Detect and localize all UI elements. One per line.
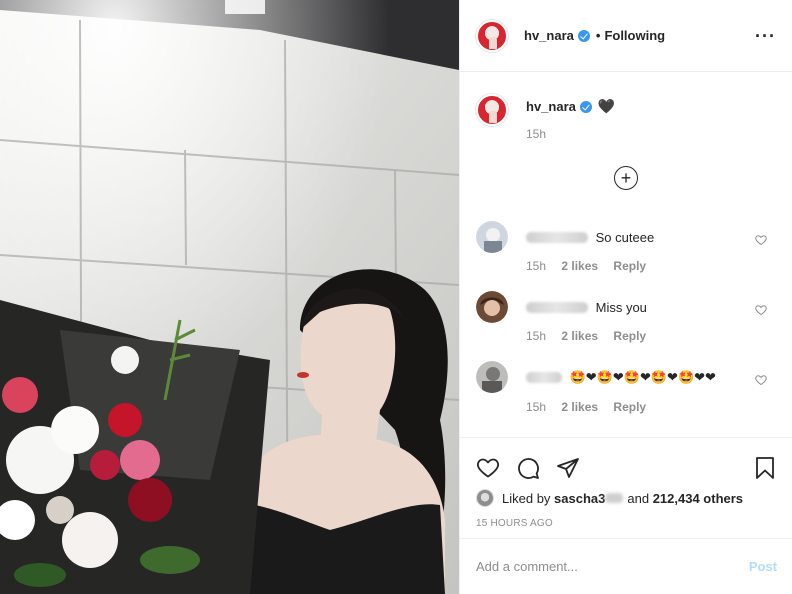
caption-verified-badge-icon xyxy=(579,100,592,113)
comment-icon[interactable] xyxy=(516,456,540,480)
comment-like-heart-icon[interactable] xyxy=(755,374,767,389)
comment-time[interactable]: 15h xyxy=(526,400,546,414)
separator-dot: • xyxy=(595,28,601,43)
verified-badge-icon xyxy=(577,29,590,42)
liked-by-user[interactable]: sascha3 xyxy=(554,491,605,506)
author-username[interactable]: hv_nara xyxy=(524,28,574,43)
caption-time[interactable]: 15h xyxy=(526,127,615,141)
commenter-avatar[interactable] xyxy=(476,221,508,253)
post-comment-button[interactable]: Post xyxy=(749,559,777,574)
bookmark-icon[interactable] xyxy=(753,456,777,480)
commenter-username-blurred[interactable] xyxy=(526,372,562,384)
share-icon[interactable] xyxy=(556,456,580,480)
comment-time[interactable]: 15h xyxy=(526,259,546,273)
post-details-panel: hv_nara • Following ··· hv_nara 🖤 15h + … xyxy=(459,0,792,594)
more-options-icon[interactable]: ··· xyxy=(755,27,776,45)
comment-text: 🤩❤🤩❤🤩❤🤩❤🤩❤❤ xyxy=(569,369,716,385)
comment-like-heart-icon[interactable] xyxy=(755,234,767,249)
comment-text: So cuteee xyxy=(595,230,655,246)
post-photo[interactable] xyxy=(0,0,459,594)
commenter-username-blurred[interactable] xyxy=(526,232,588,244)
commenter-avatar-image xyxy=(476,291,508,323)
comment-text: Miss you xyxy=(595,300,647,316)
post-header: hv_nara • Following ··· xyxy=(460,0,792,72)
comment-likes[interactable]: 2 likes xyxy=(561,329,598,343)
following-button[interactable]: Following xyxy=(604,28,665,43)
add-comment-input[interactable] xyxy=(476,559,749,574)
comment-like-heart-icon[interactable] xyxy=(755,304,767,319)
comment-time[interactable]: 15h xyxy=(526,329,546,343)
post-actions-section: Liked by sascha3 and 212,434 others 15 H… xyxy=(460,437,792,529)
commenter-avatar[interactable] xyxy=(476,361,508,393)
commenter-avatar-image xyxy=(476,221,508,253)
caption-text: 🖤 xyxy=(597,98,616,114)
commenter-avatar[interactable] xyxy=(476,291,508,323)
comment-item: So cuteee 15h 2 likes Reply xyxy=(460,216,792,286)
commenter-username-blurred[interactable] xyxy=(526,302,588,314)
add-comment-bar: Post xyxy=(460,538,792,594)
commenter-avatar-image xyxy=(476,361,508,393)
comment-item: 🤩❤🤩❤🤩❤🤩❤🤩❤❤ 15h 2 likes Reply xyxy=(460,356,792,426)
reply-button[interactable]: Reply xyxy=(613,329,646,343)
post-caption: hv_nara 🖤 15h xyxy=(460,72,792,141)
liked-by-user-blurred-part xyxy=(605,493,624,503)
reply-button[interactable]: Reply xyxy=(613,400,646,414)
comment-item: Miss you 15h 2 likes Reply xyxy=(460,286,792,356)
caption-username[interactable]: hv_nara xyxy=(526,99,576,114)
author-avatar[interactable] xyxy=(476,19,508,52)
action-bar xyxy=(460,438,792,486)
likes-count[interactable]: 212,434 others xyxy=(653,491,743,506)
liked-by-joiner: and xyxy=(627,490,650,506)
reply-button[interactable]: Reply xyxy=(613,259,646,273)
comment-likes[interactable]: 2 likes xyxy=(561,400,598,414)
liker-avatar[interactable] xyxy=(476,489,494,507)
heart-icon[interactable] xyxy=(476,456,500,480)
liked-by-row: Liked by sascha3 and 212,434 others xyxy=(460,486,792,510)
comment-likes[interactable]: 2 likes xyxy=(561,259,598,273)
caption-author-avatar[interactable] xyxy=(476,94,508,126)
post-timestamp[interactable]: 15 HOURS AGO xyxy=(460,518,792,529)
comments-list[interactable]: So cuteee 15h 2 likes Reply Miss you 15h xyxy=(460,216,792,436)
photo-illustration xyxy=(0,0,459,594)
liked-by-prefix: Liked by xyxy=(502,490,551,506)
plus-circle-icon[interactable]: + xyxy=(614,166,638,190)
